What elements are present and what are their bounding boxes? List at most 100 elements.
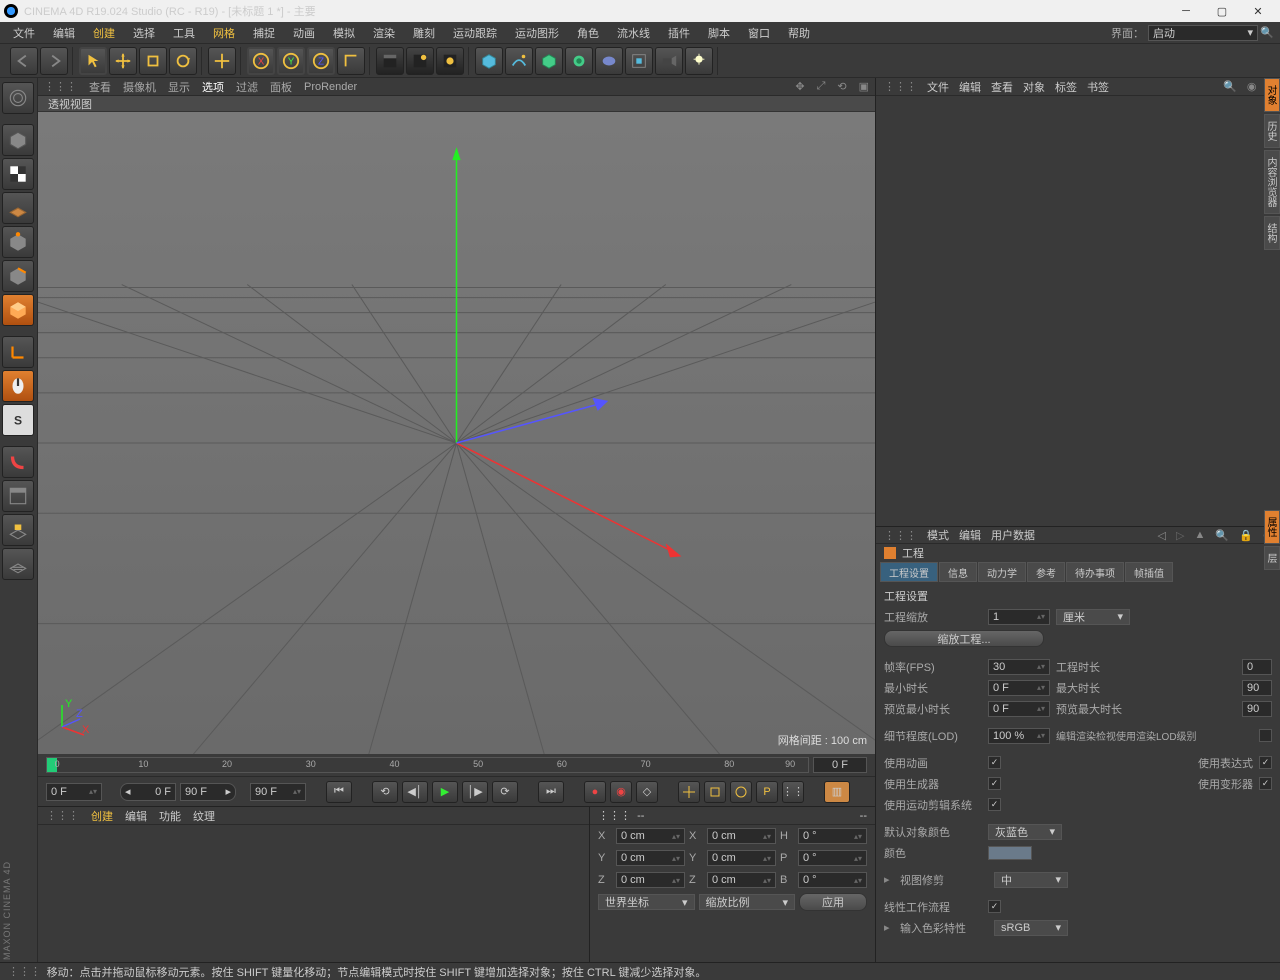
coord-system-select[interactable]: 世界坐标▾ <box>598 894 695 910</box>
vp-menu-view[interactable]: 查看 <box>89 79 111 95</box>
am-menu-edit[interactable]: 编辑 <box>959 527 981 543</box>
key-param-button[interactable]: P <box>756 781 778 803</box>
pos-y-field[interactable]: 0 cm▴▾ <box>616 850 685 866</box>
vp-menu-cameras[interactable]: 摄像机 <box>123 79 156 95</box>
point-mode-button[interactable] <box>2 226 34 258</box>
workplane-button[interactable] <box>2 192 34 224</box>
vp-menu-filter[interactable]: 过滤 <box>236 79 258 95</box>
linear-workflow-checkbox[interactable]: ✓ <box>988 900 1001 913</box>
view-clip-select[interactable]: 中▾ <box>994 872 1068 888</box>
edge-mode-button[interactable] <box>2 260 34 292</box>
tweak-button[interactable] <box>2 370 34 402</box>
mat-menu-create[interactable]: 创建 <box>91 808 113 824</box>
pos-x-field[interactable]: 0 cm▴▾ <box>616 828 685 844</box>
primitive-button[interactable] <box>475 47 503 75</box>
om-menu-objects[interactable]: 对象 <box>1023 79 1045 95</box>
frame-total-field[interactable]: 90 F▴▾ <box>250 783 306 801</box>
timeline-track[interactable]: 0 10 20 30 40 50 60 70 80 90 <box>46 757 809 773</box>
prev-key-button[interactable]: ⟲ <box>372 781 398 803</box>
menu-tools[interactable]: 工具 <box>164 25 204 41</box>
render-settings-button[interactable] <box>436 47 464 75</box>
timeline-end-field[interactable]: 0 F <box>813 757 867 773</box>
coord-mode-select[interactable]: 缩放比例▾ <box>699 894 796 910</box>
grip-icon[interactable]: ⋮⋮⋮ <box>44 80 77 93</box>
frame-start-field[interactable]: 0 F▴▾ <box>46 783 102 801</box>
x-axis-lock[interactable]: X <box>247 47 275 75</box>
mat-menu-texture[interactable]: 纹理 <box>193 808 215 824</box>
z-axis-lock[interactable]: Z <box>307 47 335 75</box>
frame-end-field[interactable]: 90 F ▸ <box>180 783 236 801</box>
tab-todo[interactable]: 待办事项 <box>1066 562 1124 582</box>
am-menu-mode[interactable]: 模式 <box>927 527 949 543</box>
coord-system[interactable] <box>337 47 365 75</box>
menu-file[interactable]: 文件 <box>4 25 44 41</box>
keyframe-sel-button[interactable]: ◇ <box>636 781 658 803</box>
play-button[interactable]: ▶ <box>432 781 458 803</box>
menu-animate[interactable]: 动画 <box>284 25 324 41</box>
vp-nav-toggle-icon[interactable]: ▣ <box>859 80 869 93</box>
rot-b-field[interactable]: 0 °▴▾ <box>798 872 867 888</box>
lod-render-checkbox[interactable] <box>1259 729 1272 742</box>
menu-pipeline[interactable]: 流水线 <box>608 25 659 41</box>
min-time-field[interactable]: 0 F▴▾ <box>988 680 1050 696</box>
locked-workplane-button[interactable] <box>2 514 34 546</box>
recent-tool[interactable] <box>208 47 236 75</box>
use-deformers-checkbox[interactable]: ✓ <box>1259 777 1272 790</box>
object-manager-area[interactable] <box>876 96 1280 526</box>
viewport-3d[interactable]: Y X Z 网格间距 : 100 cm <box>38 112 875 754</box>
grip-icon[interactable]: ⋮⋮⋮ <box>598 809 631 822</box>
am-fwd-icon[interactable]: ▷ <box>1176 529 1184 542</box>
use-animation-checkbox[interactable]: ✓ <box>988 756 1001 769</box>
om-menu-file[interactable]: 文件 <box>927 79 949 95</box>
tab-info[interactable]: 信息 <box>939 562 977 582</box>
max-time-field[interactable]: 90 <box>1242 680 1272 696</box>
grip-icon[interactable]: ⋮⋮⋮ <box>884 529 917 542</box>
vp-nav-rotate-icon[interactable]: ⟲ <box>837 80 846 93</box>
am-back-icon[interactable]: ◁ <box>1158 529 1166 542</box>
next-frame-button[interactable]: │▶ <box>462 781 488 803</box>
tab-referencing[interactable]: 参考 <box>1027 562 1065 582</box>
snap-button[interactable]: S <box>2 404 34 436</box>
key-pla-button[interactable]: ⋮⋮ <box>782 781 804 803</box>
frame-cur-field[interactable]: ◂ 0 F <box>120 783 176 801</box>
om-menu-view[interactable]: 查看 <box>991 79 1013 95</box>
y-axis-lock[interactable]: Y <box>277 47 305 75</box>
minimize-button[interactable]: ─ <box>1168 1 1204 21</box>
vp-menu-prorender[interactable]: ProRender <box>304 81 357 93</box>
planar-workplane-button[interactable] <box>2 548 34 580</box>
menu-render[interactable]: 渲染 <box>364 25 404 41</box>
om-eye-icon[interactable]: ◉ <box>1247 80 1257 93</box>
project-scale-field[interactable]: 1▴▾ <box>988 609 1050 625</box>
size-z-field[interactable]: 0 cm▴▾ <box>707 872 776 888</box>
vtab-structure[interactable]: 结构 <box>1264 216 1280 250</box>
mat-menu-function[interactable]: 功能 <box>159 808 181 824</box>
color-profile-select[interactable]: sRGB▾ <box>994 920 1068 936</box>
vp-nav-move-icon[interactable]: ✥ <box>795 80 804 93</box>
default-color-select[interactable]: 灰蓝色▾ <box>988 824 1062 840</box>
om-search-icon[interactable]: 🔍 <box>1223 80 1237 93</box>
use-generators-checkbox[interactable]: ✓ <box>988 777 1001 790</box>
tab-dynamics[interactable]: 动力学 <box>978 562 1026 582</box>
am-menu-userdata[interactable]: 用户数据 <box>991 527 1035 543</box>
mat-menu-edit[interactable]: 编辑 <box>125 808 147 824</box>
color-swatch[interactable] <box>988 846 1032 860</box>
goto-start-button[interactable]: ⏮ <box>326 781 352 803</box>
vtab-layers[interactable]: 层 <box>1264 546 1280 570</box>
timeline[interactable]: 0 10 20 30 40 50 60 70 80 90 0 F <box>38 754 875 776</box>
om-menu-bookmarks[interactable]: 书签 <box>1087 79 1109 95</box>
menu-simulate[interactable]: 模拟 <box>324 25 364 41</box>
size-y-field[interactable]: 0 cm▴▾ <box>707 850 776 866</box>
redo-button[interactable] <box>40 47 68 75</box>
polygon-mode-button[interactable] <box>2 294 34 326</box>
vp-menu-display[interactable]: 显示 <box>168 79 190 95</box>
rotate-tool[interactable] <box>169 47 197 75</box>
vp-nav-zoom-icon[interactable]: ⤢ <box>817 80 826 93</box>
grip-icon[interactable]: ⋮⋮⋮ <box>884 80 917 93</box>
menu-edit[interactable]: 编辑 <box>44 25 84 41</box>
menu-window[interactable]: 窗口 <box>739 25 779 41</box>
om-menu-edit[interactable]: 编辑 <box>959 79 981 95</box>
viewport-solo-button[interactable] <box>2 480 34 512</box>
tab-interpolation[interactable]: 帧插值 <box>1125 562 1173 582</box>
menu-plugins[interactable]: 插件 <box>659 25 699 41</box>
menu-mograph[interactable]: 运动图形 <box>506 25 568 41</box>
